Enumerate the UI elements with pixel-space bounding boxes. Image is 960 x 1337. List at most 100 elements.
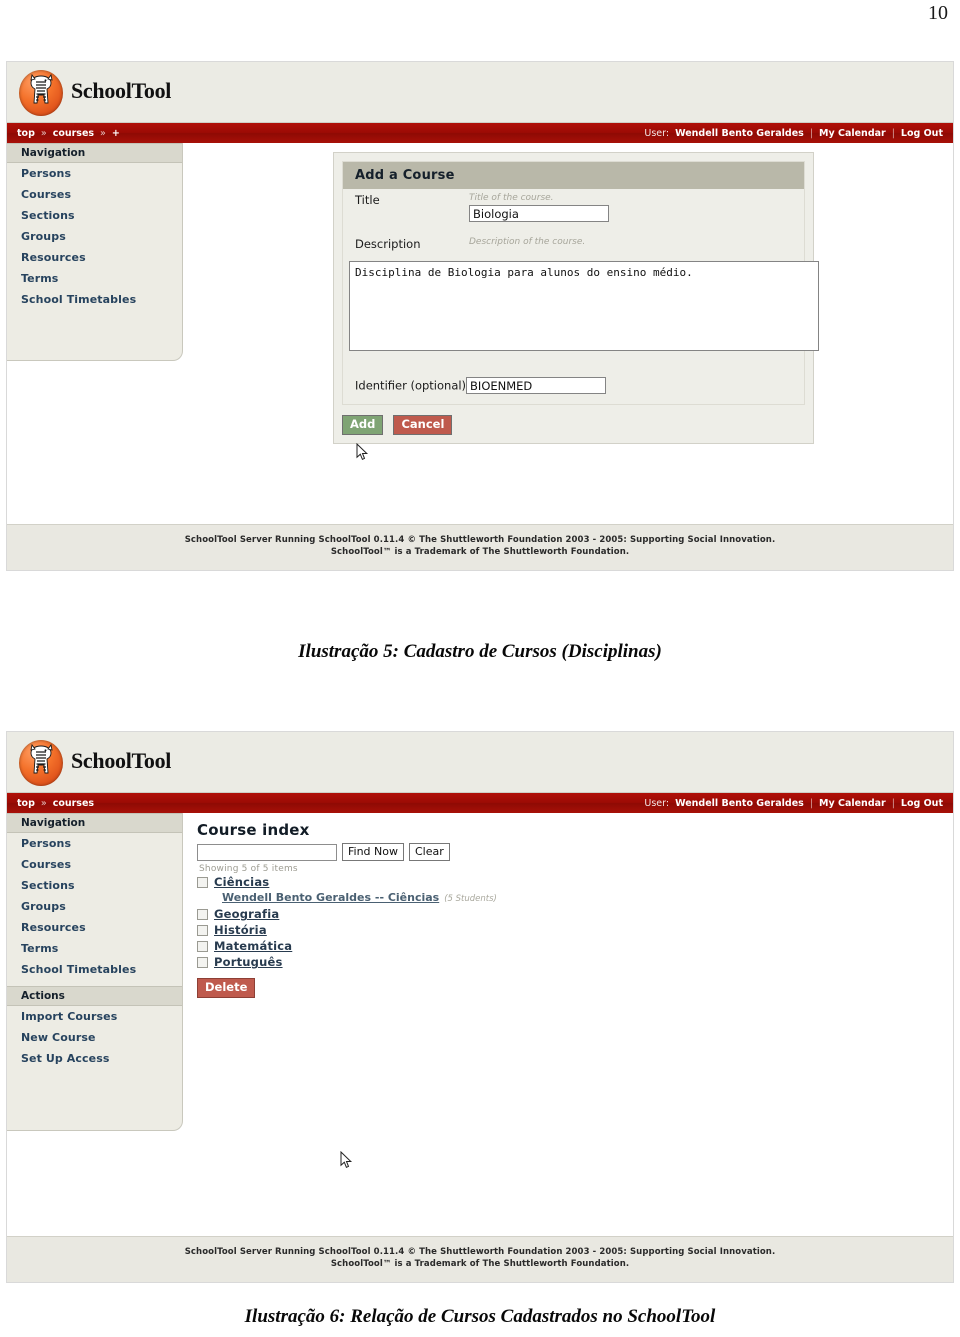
list-item: Português bbox=[197, 955, 757, 969]
breadcrumb-item-top[interactable]: top bbox=[17, 128, 35, 139]
sidebar-item-new-course[interactable]: New Course bbox=[7, 1027, 182, 1048]
navigation-bar: top » courses User: Wendell Bento Gerald… bbox=[7, 793, 953, 813]
title-input[interactable] bbox=[469, 205, 609, 222]
sidebar-item-school-timetables[interactable]: School Timetables bbox=[7, 289, 182, 310]
delete-action-row: Delete bbox=[197, 976, 757, 999]
sidebar-item-resources[interactable]: Resources bbox=[7, 247, 182, 268]
search-input[interactable] bbox=[197, 843, 337, 861]
course-checkbox[interactable] bbox=[197, 876, 208, 888]
sidebar-item-import-courses[interactable]: Import Courses bbox=[7, 1006, 182, 1027]
course-checkbox[interactable] bbox=[197, 908, 208, 920]
field-row-title: Title Title of the course. bbox=[343, 189, 804, 233]
footer-line-1: SchoolTool Server Running SchoolTool 0.1… bbox=[184, 1247, 776, 1257]
course-link-matematica[interactable]: Matemática bbox=[214, 939, 292, 953]
footer-line-1: SchoolTool Server Running SchoolTool 0.1… bbox=[184, 535, 776, 545]
description-hint: Description of the course. bbox=[469, 237, 586, 247]
breadcrumb-item-courses[interactable]: courses bbox=[53, 798, 94, 809]
add-button[interactable]: Add bbox=[342, 415, 384, 436]
breadcrumb-separator-icon: » bbox=[40, 797, 47, 809]
breadcrumb-item-courses[interactable]: courses bbox=[53, 128, 94, 139]
sidebar: Navigation Persons Courses Sections Grou… bbox=[7, 813, 183, 1131]
figure-caption-5: Ilustração 5: Cadastro de Cursos (Discip… bbox=[298, 641, 662, 662]
app-header: SchoolTool bbox=[7, 732, 953, 793]
page-title: Course index bbox=[197, 821, 310, 839]
sidebar-item-terms[interactable]: Terms bbox=[7, 268, 182, 289]
identifier-input[interactable] bbox=[466, 377, 607, 394]
course-checkbox[interactable] bbox=[197, 924, 208, 936]
course-link-historia[interactable]: História bbox=[214, 923, 267, 937]
mouse-cursor-icon bbox=[356, 442, 369, 461]
sidebar-item-groups[interactable]: Groups bbox=[7, 226, 182, 247]
section-student-count: (5 Students) bbox=[444, 894, 497, 905]
user-label: User: bbox=[644, 127, 670, 139]
sidebar-item-courses[interactable]: Courses bbox=[7, 184, 182, 205]
page-number: 10 bbox=[928, 2, 948, 24]
section-link[interactable]: Wendell Bento Geraldes -- Ciências bbox=[222, 891, 439, 904]
sidebar-item-set-up-access[interactable]: Set Up Access bbox=[7, 1048, 182, 1069]
sidebar-heading-actions: Actions bbox=[7, 986, 182, 1006]
field-row-description: Description Description of the course. bbox=[343, 233, 804, 259]
sidebar: Navigation Persons Courses Sections Grou… bbox=[7, 143, 183, 361]
my-calendar-link[interactable]: My Calendar bbox=[819, 128, 886, 139]
list-item: História bbox=[197, 923, 757, 937]
clear-button[interactable]: Clear bbox=[409, 843, 450, 862]
footer-line-2: SchoolTool™ is a Trademark of The Shuttl… bbox=[330, 547, 630, 558]
mouse-cursor-icon bbox=[340, 1150, 353, 1169]
identifier-label: Identifier (optional) bbox=[355, 378, 467, 393]
course-link-geografia[interactable]: Geografia bbox=[214, 907, 279, 921]
page-body: Navigation Persons Courses Sections Grou… bbox=[7, 143, 953, 525]
footer-line-2: SchoolTool™ is a Trademark of The Shuttl… bbox=[330, 1259, 630, 1270]
breadcrumb-item-top[interactable]: top bbox=[17, 798, 35, 809]
list-item: Matemática bbox=[197, 939, 757, 953]
log-out-link[interactable]: Log Out bbox=[901, 798, 943, 809]
sidebar-item-persons[interactable]: Persons bbox=[7, 163, 182, 184]
cancel-button[interactable]: Cancel bbox=[393, 415, 453, 436]
user-bar: User: Wendell Bento Geraldes | My Calend… bbox=[644, 793, 943, 813]
schooltool-zebra-logo-icon bbox=[19, 740, 63, 786]
find-now-button[interactable]: Find Now bbox=[342, 843, 404, 862]
course-checkbox[interactable] bbox=[197, 956, 208, 968]
schooltool-zebra-logo-icon bbox=[19, 70, 63, 116]
screenshot-add-course: SchoolTool top » courses » + User: Wende… bbox=[6, 61, 954, 571]
form-actions: Add Cancel bbox=[342, 413, 805, 436]
sidebar-item-school-timetables[interactable]: School Timetables bbox=[7, 959, 182, 980]
separator: | bbox=[809, 127, 814, 139]
course-checkbox[interactable] bbox=[197, 940, 208, 952]
breadcrumb-separator-icon: » bbox=[100, 127, 106, 139]
sidebar-item-resources[interactable]: Resources bbox=[7, 917, 182, 938]
description-textarea[interactable]: Disciplina de Biologia para alunos do en… bbox=[349, 261, 819, 351]
form-title: Add a Course bbox=[343, 162, 804, 189]
description-label: Description bbox=[355, 237, 421, 251]
screenshot-course-index: SchoolTool top » courses User: Wendell B… bbox=[6, 731, 954, 1283]
breadcrumb-item-add[interactable]: + bbox=[112, 128, 120, 139]
figure-caption-6: Ilustração 6: Relação de Cursos Cadastra… bbox=[244, 1306, 716, 1327]
add-course-form: Add a Course Title Title of the course. … bbox=[333, 152, 819, 445]
sidebar-item-persons[interactable]: Persons bbox=[7, 833, 182, 854]
brand-name: SchoolTool bbox=[71, 748, 172, 773]
separator: | bbox=[891, 797, 895, 809]
separator: | bbox=[809, 797, 814, 809]
sidebar-item-courses[interactable]: Courses bbox=[7, 854, 182, 875]
search-row: Find Now Clear bbox=[197, 843, 757, 862]
title-hint: Title of the course. bbox=[469, 193, 554, 203]
app-header: SchoolTool bbox=[7, 62, 953, 123]
user-name-link[interactable]: Wendell Bento Geraldes bbox=[675, 798, 804, 809]
list-item: Ciências Wendell Bento Geraldes -- Ciênc… bbox=[197, 875, 757, 904]
course-link-ciencias[interactable]: Ciências bbox=[214, 875, 269, 889]
delete-button[interactable]: Delete bbox=[197, 978, 256, 999]
navigation-bar: top » courses » + User: Wendell Bento Ge… bbox=[7, 123, 953, 143]
showing-count: Showing 5 of 5 items bbox=[199, 864, 298, 875]
brand-name: SchoolTool bbox=[71, 78, 172, 103]
sidebar-item-groups[interactable]: Groups bbox=[7, 896, 182, 917]
my-calendar-link[interactable]: My Calendar bbox=[819, 798, 886, 809]
sidebar-item-sections[interactable]: Sections bbox=[7, 875, 182, 896]
log-out-link[interactable]: Log Out bbox=[901, 128, 943, 139]
sidebar-heading-navigation: Navigation bbox=[7, 143, 182, 163]
app-footer: SchoolTool Server Running SchoolTool 0.1… bbox=[7, 1236, 953, 1282]
course-link-portugues[interactable]: Português bbox=[214, 955, 283, 969]
sidebar-item-terms[interactable]: Terms bbox=[7, 938, 182, 959]
user-name-link[interactable]: Wendell Bento Geraldes bbox=[675, 128, 804, 139]
sidebar-item-sections[interactable]: Sections bbox=[7, 205, 182, 226]
breadcrumb: top » courses bbox=[17, 793, 94, 813]
app-footer: SchoolTool Server Running SchoolTool 0.1… bbox=[7, 524, 953, 570]
